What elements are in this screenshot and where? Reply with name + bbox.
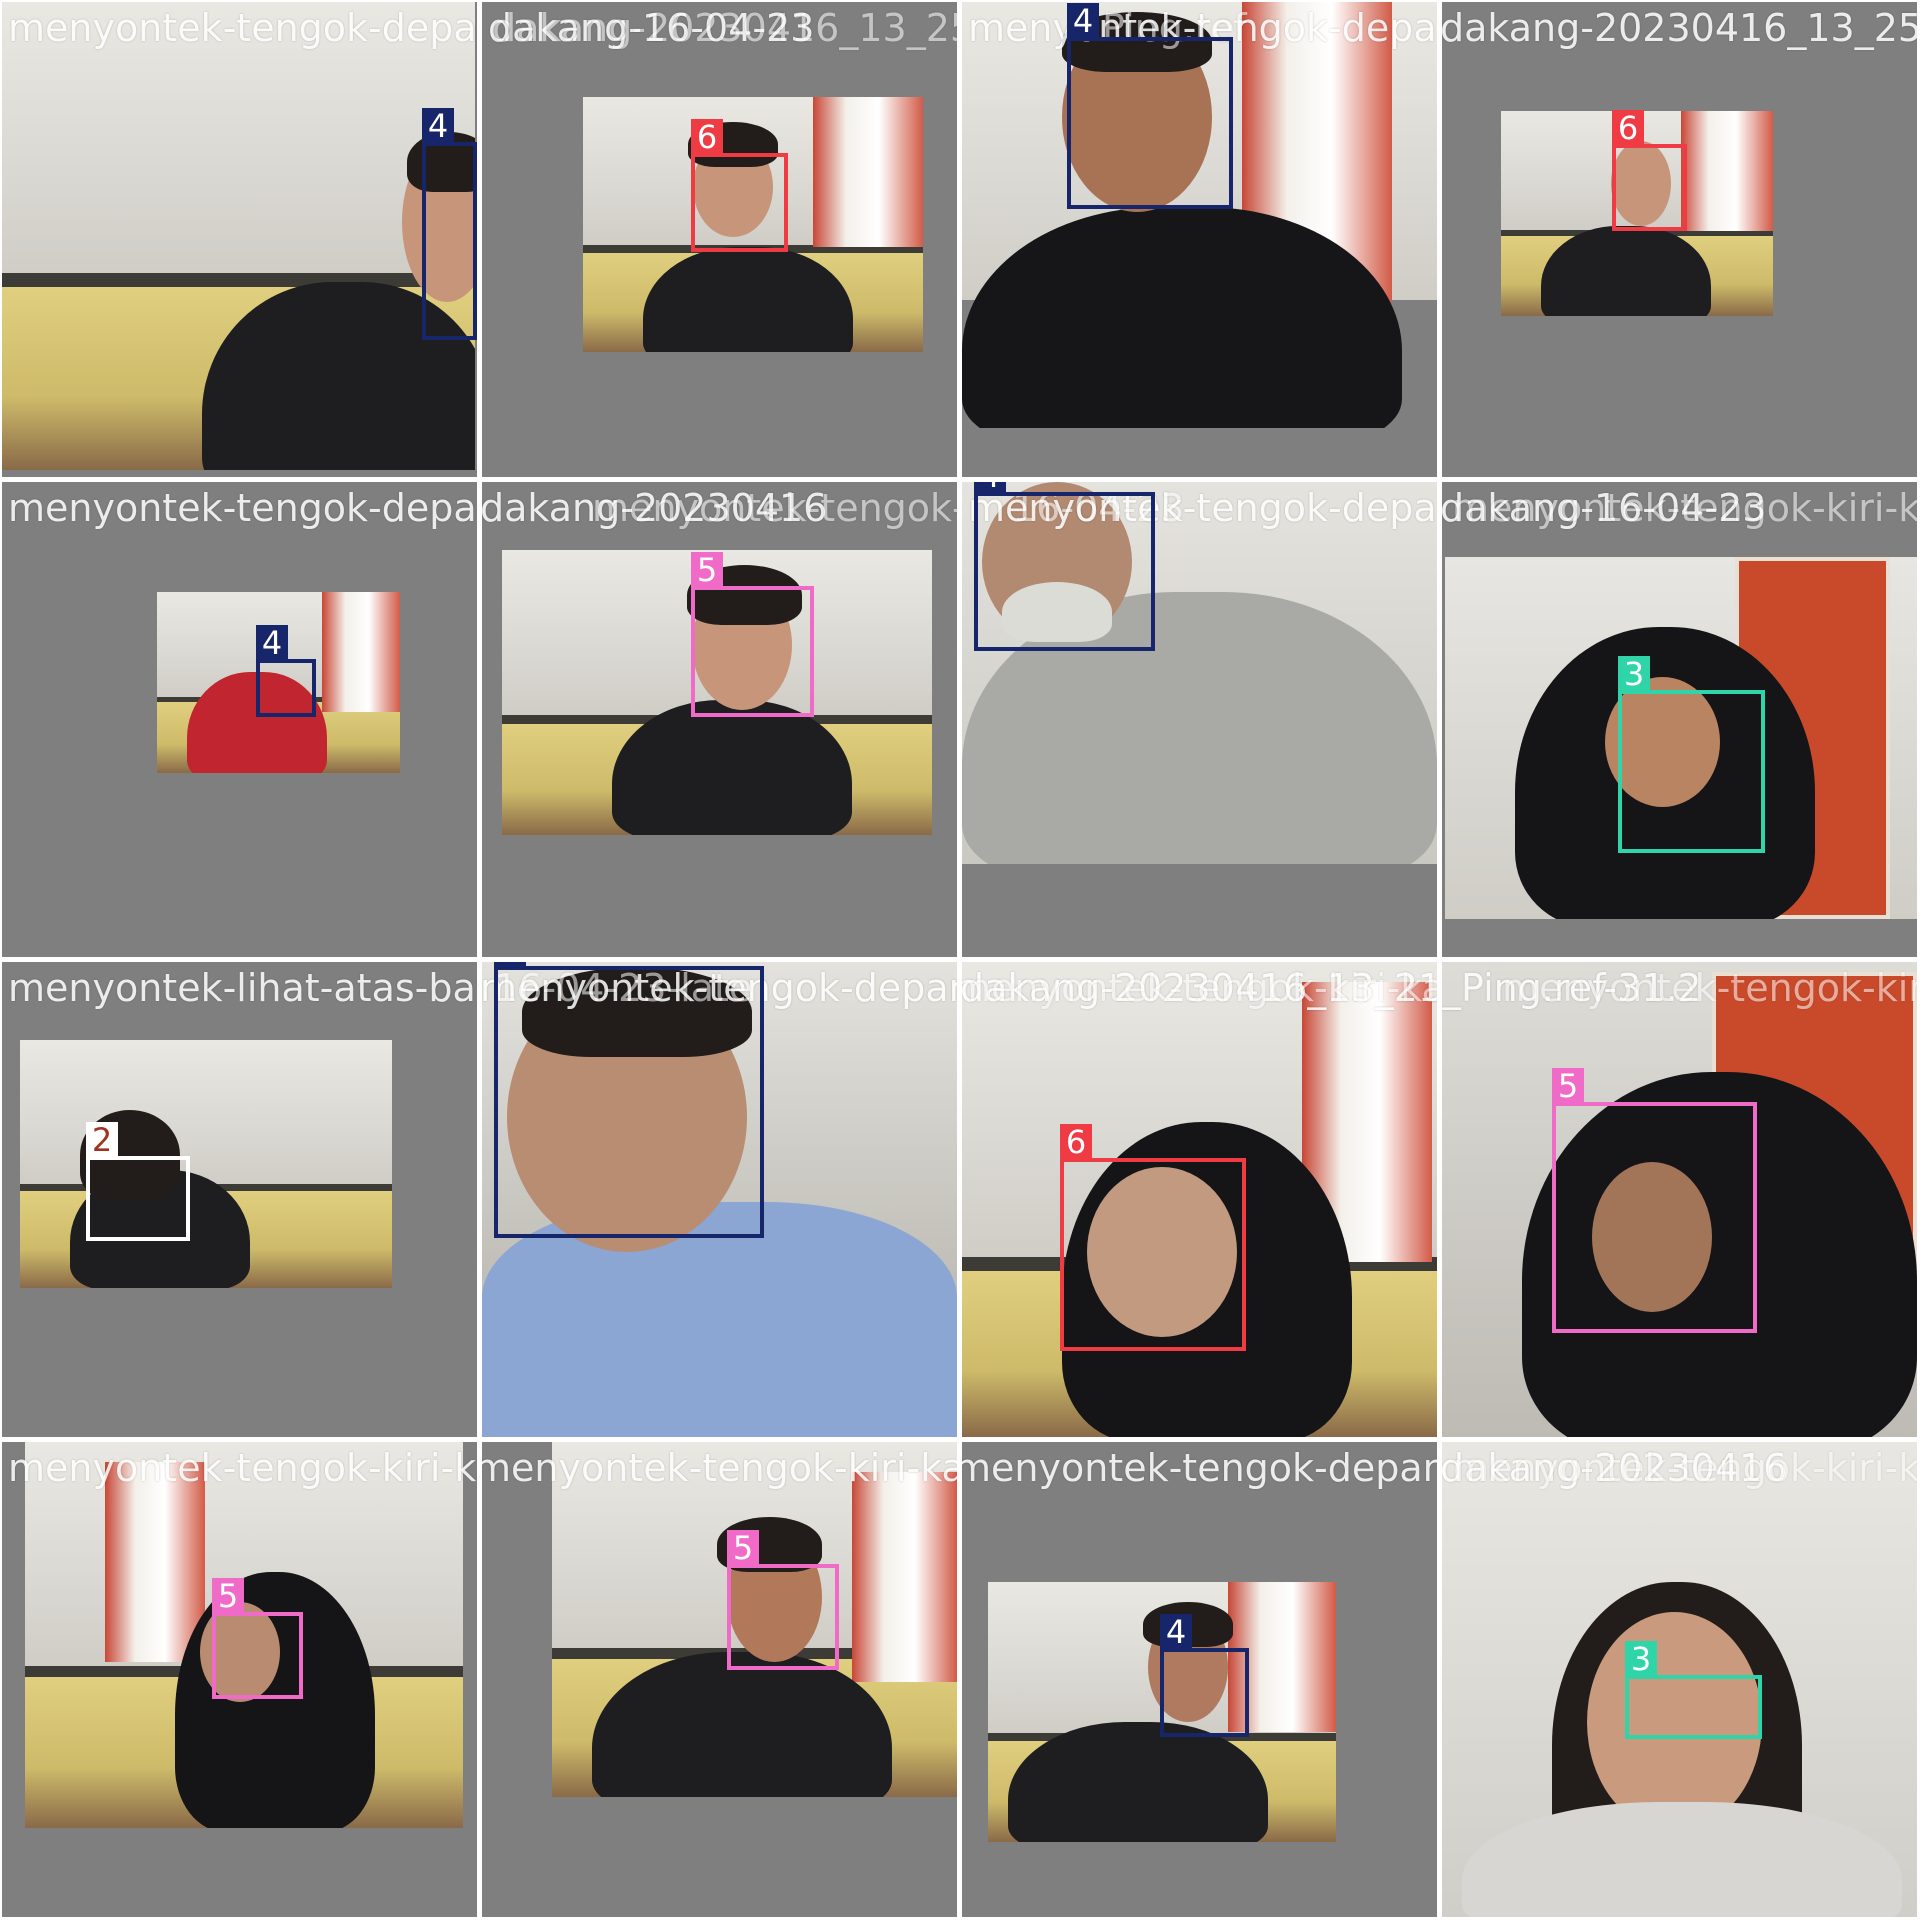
detection-box: 2 bbox=[86, 1122, 190, 1241]
detection-box: 4 bbox=[422, 108, 477, 340]
image-filename-caption: menyontek-lihat-atas-bawah bbox=[8, 966, 477, 1010]
class-label: 5 bbox=[212, 1578, 244, 1614]
image-filename-caption: dakang-20230416_13_25_32 bbox=[1442, 6, 1917, 50]
mosaic-tile-7: menyontek-tengok-depan-belakang 16-04-23… bbox=[962, 482, 1437, 957]
class-label: 4 bbox=[256, 625, 288, 661]
image-filename-caption: dakang-20230416 bbox=[482, 486, 828, 530]
class-label: 6 bbox=[1612, 110, 1644, 146]
mosaic-tile-6: dakang-20230416 menyontek-tengok-kiri-ka… bbox=[482, 482, 957, 957]
class-label: 2 bbox=[86, 1122, 118, 1158]
detection-box: 3 bbox=[1625, 1641, 1762, 1739]
detection-box: 4 bbox=[1160, 1614, 1249, 1737]
mosaic-tile-10: menyontek-tengok-depan-be 16-04-23-late … bbox=[482, 962, 957, 1437]
image-filename-caption: dakang-16-04-23 bbox=[488, 6, 815, 50]
image-filename-caption: menyontek-tengok-depan-belakang-20230416 bbox=[8, 486, 477, 530]
class-label: 5 bbox=[691, 552, 723, 588]
class-label: 6 bbox=[691, 119, 723, 155]
detection-box: 5 bbox=[212, 1578, 303, 1699]
mosaic-tile-5: menyontek-tengok-depan-belakang-20230416… bbox=[2, 482, 477, 957]
tile-photo bbox=[20, 1040, 392, 1288]
detection-box: 5 bbox=[727, 1530, 839, 1670]
detection-box: 4 bbox=[974, 482, 1155, 651]
detection-box: 3 bbox=[1618, 656, 1765, 853]
class-label: 4 bbox=[1067, 3, 1099, 39]
class-label: 4 bbox=[1160, 1614, 1192, 1650]
image-filename-caption: menyontek-tengok-depan-belakang-20230416 bbox=[962, 1446, 1437, 1490]
detection-box: 4 bbox=[494, 962, 764, 1238]
mosaic-tile-14: menyontek-tengok-kiri-kanan-20230416_13 … bbox=[482, 1442, 957, 1917]
image-filename-caption: dakang-16-04-23 bbox=[1442, 486, 1767, 530]
image-mosaic: menyontek-tengok-depan-belakang-20230416… bbox=[0, 0, 1920, 1920]
mosaic-tile-8: dakang-16-04-23 menyontek-tengok-kiri-ka… bbox=[1442, 482, 1917, 957]
mosaic-tile-15: menyontek-tengok-depan-belakang-20230416… bbox=[962, 1442, 1437, 1917]
class-label: 4 bbox=[422, 108, 454, 144]
mosaic-tile-9: menyontek-lihat-atas-bawah 16-04-23-late… bbox=[2, 962, 477, 1437]
detection-box: 6 bbox=[1060, 1124, 1246, 1351]
detection-box: 6 bbox=[1612, 110, 1687, 231]
class-label: 6 bbox=[1060, 1124, 1092, 1160]
class-label: 3 bbox=[1618, 656, 1650, 692]
detection-box: 5 bbox=[1552, 1068, 1757, 1333]
image-filename-caption: menyontek-tengok-kiri-kanan-20 bbox=[1452, 486, 1917, 530]
mosaic-tile-3: menyontek-tengok-depan-belakang Ping.ref… bbox=[962, 2, 1437, 477]
detection-box: 5 bbox=[691, 552, 814, 717]
class-label: 3 bbox=[1625, 1641, 1657, 1677]
mosaic-tile-13: menyontek-tengok-kiri-kanan-20230416_13 … bbox=[2, 1442, 477, 1917]
class-label: 5 bbox=[727, 1530, 759, 1566]
mosaic-tile-16: dakang-20230416 menyontek-tengok-kiri-ka… bbox=[1442, 1442, 1917, 1917]
mosaic-tile-4: dakang-20230416_13_25_32 6 bbox=[1442, 2, 1917, 477]
detection-box: 4 bbox=[256, 625, 316, 717]
image-filename-caption: dakang-20230416_13_25_32 bbox=[492, 6, 957, 50]
class-label: 4 bbox=[494, 962, 526, 968]
mosaic-tile-12: _Ping.ref-31.2 menyontek-tengok-kiri-kan… bbox=[1442, 962, 1917, 1437]
mosaic-tile-1: menyontek-tengok-depan-belakang-20230416… bbox=[2, 2, 477, 477]
class-label: 4 bbox=[974, 482, 1006, 494]
mosaic-tile-11: dakang-20230416_13_21_33 menyontek-tengo… bbox=[962, 962, 1437, 1437]
image-filename-caption: menyontek-tengok-kiri-kanan-16-04-23 bbox=[592, 486, 957, 530]
detection-box: 4 bbox=[1067, 3, 1233, 209]
detection-box: 6 bbox=[691, 119, 788, 252]
mosaic-tile-2: dakang-16-04-23 dakang-20230416_13_25_32… bbox=[482, 2, 957, 477]
class-label: 5 bbox=[1552, 1068, 1584, 1104]
tile-photo bbox=[2, 2, 475, 470]
